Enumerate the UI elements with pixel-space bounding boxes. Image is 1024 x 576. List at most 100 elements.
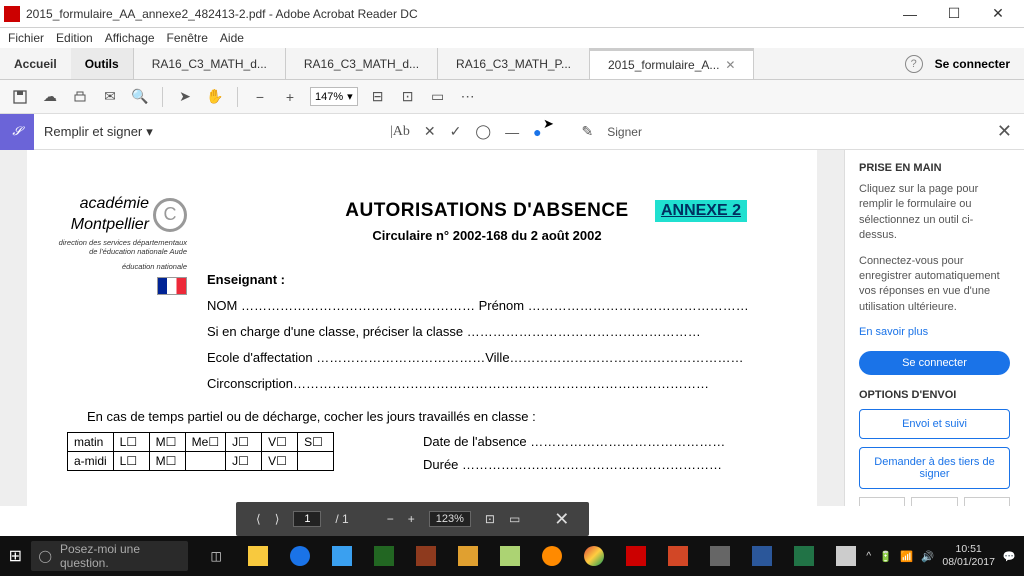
tb-word[interactable] (742, 536, 782, 576)
fill-sign-icon: 𝓢 (0, 114, 34, 150)
send-track-button[interactable]: Envoi et suivi (859, 409, 1010, 439)
save-icon[interactable] (10, 87, 30, 107)
close-window-button[interactable]: ✕ (976, 0, 1020, 28)
ville-field: Ville……………………………………………… (485, 350, 743, 365)
email-icon[interactable]: ✉ (100, 87, 120, 107)
menu-edition[interactable]: Edition (56, 31, 93, 45)
tray-notifications-icon[interactable]: 💬 (1003, 550, 1016, 563)
pdf-file-icon (4, 6, 20, 22)
ecole-field: Ecole d'affectation ………………………………… (207, 350, 485, 365)
education-label: éducation nationale (57, 262, 187, 271)
tray-wifi-icon[interactable]: 📶 (900, 550, 913, 563)
tb-excel[interactable] (784, 536, 824, 576)
circle-tool[interactable]: ◯ (475, 123, 491, 140)
text-tool[interactable]: |Ab (390, 124, 410, 140)
more-icon[interactable]: ⋯ (458, 87, 478, 107)
task-view-icon[interactable]: ◫ (196, 536, 236, 576)
menu-affichage[interactable]: Affichage (105, 31, 155, 45)
zoom-in-icon[interactable]: + (280, 87, 300, 107)
x-mark-tool[interactable]: ✕ (424, 123, 436, 140)
maximize-button[interactable]: ☐ (932, 0, 976, 28)
tb-firefox[interactable] (532, 536, 572, 576)
tb-chrome[interactable] (574, 536, 614, 576)
fit-page-icon[interactable]: ⊡ (398, 87, 418, 107)
cloud-icon[interactable]: ☁ (40, 87, 60, 107)
close-tab-icon[interactable]: ✕ (725, 58, 735, 72)
control-menu[interactable]: MENU (964, 497, 1010, 506)
tb-app6[interactable] (826, 536, 866, 576)
home-tab[interactable]: Accueil (0, 48, 71, 79)
tb-acrobat[interactable] (616, 536, 656, 576)
annexe-badge: ANNEXE 2 (655, 200, 747, 222)
next-page-icon[interactable]: ⟩ (275, 512, 280, 526)
menu-fenetre[interactable]: Fenêtre (167, 31, 208, 45)
dot-tool[interactable]: ● (533, 124, 541, 140)
fill-sign-title[interactable]: Remplir et signer▾ (34, 124, 163, 140)
menu-fichier[interactable]: Fichier (8, 31, 44, 45)
document-tab-3[interactable]: 2015_formulaire_A...✕ (590, 48, 754, 79)
control-pause[interactable]: ▮▮ (911, 497, 957, 506)
document-viewport[interactable]: académie Montpellier C direction des ser… (0, 150, 844, 506)
document-tab-0[interactable]: RA16_C3_MATH_d... (134, 48, 286, 79)
minimize-button[interactable]: — (888, 0, 932, 28)
content-area: académie Montpellier C direction des ser… (0, 150, 1024, 506)
tray-battery-icon[interactable]: 🔋 (879, 550, 892, 563)
document-tab-2[interactable]: RA16_C3_MATH_P... (438, 48, 590, 79)
tb-app5[interactable] (700, 536, 740, 576)
tb-explorer[interactable] (238, 536, 278, 576)
taskbar-clock[interactable]: 10:51 08/01/2017 (942, 543, 995, 568)
menu-bar: Fichier Edition Affichage Fenêtre Aide (0, 28, 1024, 48)
tray-volume-icon[interactable]: 🔊 (921, 550, 934, 563)
check-tool[interactable]: ✓ (450, 123, 462, 140)
zoom-in-bottom[interactable]: + (408, 512, 415, 526)
tb-app2[interactable] (406, 536, 446, 576)
prev-page-icon[interactable]: ⟨ (256, 512, 261, 526)
print-icon[interactable] (70, 87, 90, 107)
academie-circle-icon: C (153, 198, 187, 232)
tb-app1[interactable] (364, 536, 404, 576)
read-mode-icon[interactable]: ▭ (428, 87, 448, 107)
sign-in-button[interactable]: Se connecter (935, 57, 1010, 71)
tray-up-icon[interactable]: ^ (866, 550, 871, 562)
enseignant-label: Enseignant : (207, 267, 777, 293)
menu-aide[interactable]: Aide (220, 31, 244, 45)
zoom-bottom-input[interactable]: 123% (429, 511, 471, 527)
date-absence-field: Date de l'absence ……………………………………… (423, 430, 725, 453)
tb-app3[interactable] (448, 536, 488, 576)
side-signin-button[interactable]: Se connecter (859, 351, 1010, 375)
classe-field: Si en charge d'une classe, préciser la c… (207, 319, 777, 345)
page-total: / 1 (335, 512, 348, 526)
signature-icon[interactable]: ✎ (582, 123, 594, 140)
line-tool[interactable]: — (505, 124, 519, 140)
close-navbar-icon[interactable]: ✕ (554, 509, 569, 530)
pointer-icon[interactable]: ➤ (175, 87, 195, 107)
hand-icon[interactable]: ✋ (205, 87, 225, 107)
zoom-out-bottom[interactable]: − (387, 512, 394, 526)
zoom-out-icon[interactable]: − (250, 87, 270, 107)
tb-edge[interactable] (280, 536, 320, 576)
sign-button[interactable]: Signer (607, 125, 642, 139)
tb-app4[interactable] (490, 536, 530, 576)
tb-store[interactable] (322, 536, 362, 576)
taskbar-search[interactable]: ◯ Posez-moi une question. (31, 541, 189, 571)
help-icon[interactable]: ? (905, 55, 923, 73)
search-icon[interactable]: 🔍 (130, 87, 150, 107)
zoom-level-input[interactable]: 147% ▾ (310, 87, 358, 106)
duree-field: Durée …………………………………………………… (423, 453, 725, 476)
start-button[interactable]: ⊞ (0, 546, 31, 566)
fit-width-icon[interactable]: ⊟ (368, 87, 388, 107)
control-stop[interactable]: ■ (859, 497, 905, 506)
request-sign-button[interactable]: Demander à des tiers de signer (859, 447, 1010, 489)
page-number-input[interactable]: 1 (293, 511, 321, 527)
read-icon-bottom[interactable]: ▭ (509, 512, 520, 526)
pdf-page: académie Montpellier C direction des ser… (27, 150, 817, 506)
academie-label: académie (71, 194, 149, 215)
direction-label: direction des services départementaux de… (57, 238, 187, 256)
fit-icon-bottom[interactable]: ⊡ (485, 512, 495, 526)
tools-tab[interactable]: Outils (71, 48, 134, 79)
tb-powerpoint[interactable] (658, 536, 698, 576)
close-fill-sign-icon[interactable]: ✕ (997, 121, 1012, 142)
window-title: 2015_formulaire_AA_annexe2_482413-2.pdf … (26, 7, 888, 21)
learn-more-link[interactable]: En savoir plus (859, 325, 1010, 340)
document-tab-1[interactable]: RA16_C3_MATH_d... (286, 48, 438, 79)
